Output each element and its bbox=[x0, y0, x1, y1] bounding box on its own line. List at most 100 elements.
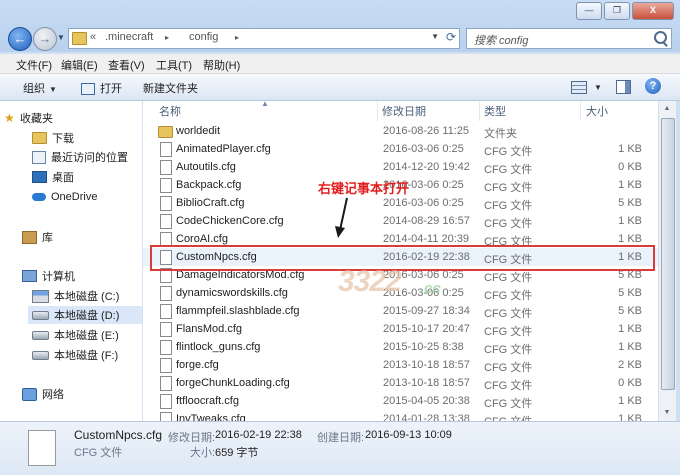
refresh-icon[interactable]: ⟳ bbox=[446, 30, 456, 44]
file-icon bbox=[160, 412, 172, 421]
file-size: 1 KB bbox=[618, 395, 642, 407]
file-name: Backpack.cfg bbox=[176, 179, 242, 191]
minimize-button[interactable]: — bbox=[576, 2, 602, 20]
details-pane: CustomNpcs.cfg 修改日期: 2016-02-19 22:38 创建… bbox=[0, 421, 680, 475]
maximize-button[interactable]: ❐ bbox=[604, 2, 630, 20]
nav-download[interactable]: 下载 bbox=[32, 129, 74, 147]
file-name: BiblioCraft.cfg bbox=[176, 197, 245, 209]
star-icon: ★ bbox=[4, 111, 15, 125]
organize-button[interactable]: 组织 ▼ bbox=[23, 80, 57, 96]
nav-library[interactable]: 库 bbox=[22, 228, 53, 246]
file-date: 2013-10-18 18:57 bbox=[383, 359, 470, 371]
file-row[interactable]: Autoutils.cfg 2014-12-20 19:42 CFG 文件 0 KB bbox=[143, 158, 658, 176]
file-row[interactable]: InvTweaks.cfg 2014-01-28 13:38 CFG 文件 1 KB bbox=[143, 410, 658, 421]
file-thumbnail-icon bbox=[28, 430, 56, 466]
details-size-label: 大小: bbox=[190, 447, 216, 459]
column-divider[interactable] bbox=[479, 101, 480, 121]
nav-desktop[interactable]: 桌面 bbox=[32, 168, 74, 186]
file-row[interactable]: ftfloocraft.cfg 2015-04-05 20:38 CFG 文件 1 K… bbox=[143, 392, 658, 410]
annotation-arrow-icon bbox=[335, 197, 348, 238]
close-button[interactable]: X bbox=[632, 2, 674, 20]
column-header-name[interactable]: 名称 bbox=[159, 103, 181, 119]
file-date: 2016-08-26 11:25 bbox=[383, 125, 470, 137]
open-button[interactable]: 打开 bbox=[81, 80, 122, 96]
file-row[interactable]: AnimatedPlayer.cfg 2016-03-06 0:25 CFG 文件 1… bbox=[143, 140, 658, 158]
column-header-date[interactable]: 修改日期 bbox=[382, 103, 426, 119]
file-row[interactable]: FlansMod.cfg 2015-10-17 20:47 CFG 文件 1 KB bbox=[143, 320, 658, 338]
column-header-size[interactable]: 大小 bbox=[586, 103, 608, 119]
organize-label: 组织 bbox=[23, 83, 45, 95]
menu-help[interactable]: 帮助(H) bbox=[203, 57, 240, 73]
scroll-down-icon[interactable]: ▼ bbox=[660, 406, 674, 420]
nav-label: 桌面 bbox=[52, 172, 74, 184]
change-view-icon[interactable] bbox=[571, 81, 587, 94]
recent-pages-chevron-icon[interactable]: ▼ bbox=[57, 33, 65, 42]
column-divider[interactable] bbox=[377, 101, 378, 121]
drive-icon bbox=[32, 289, 49, 303]
file-name: forge.cfg bbox=[176, 359, 219, 371]
drive-icon bbox=[32, 330, 49, 340]
view-dropdown-icon[interactable]: ▼ bbox=[594, 83, 602, 92]
file-row[interactable]: flintlock_guns.cfg 2015-10-25 8:38 CFG 文件 1… bbox=[143, 338, 658, 356]
file-row[interactable]: flammpfeil.slashblade.cfg 2015-09-27 18:3… bbox=[143, 302, 658, 320]
nav-label: 网络 bbox=[42, 389, 64, 401]
breadcrumb-separator[interactable]: ▸ bbox=[235, 33, 239, 42]
nav-drive-c[interactable]: 本地磁盘 (C:) bbox=[32, 287, 119, 305]
column-divider[interactable] bbox=[580, 101, 581, 121]
file-row[interactable]: forge.cfg 2013-10-18 18:57 CFG 文件 2 KB bbox=[143, 356, 658, 374]
drive-icon bbox=[32, 350, 49, 360]
title-bar: — ❐ X ← → ▼ « .minecraft ▸ config ▸ ▼ ⟳ … bbox=[0, 0, 680, 52]
nav-computer[interactable]: 计算机 bbox=[22, 267, 75, 285]
file-name: CoroAI.cfg bbox=[176, 233, 228, 245]
new-folder-button[interactable]: 新建文件夹 bbox=[143, 80, 198, 96]
help-icon[interactable]: ? bbox=[645, 78, 661, 94]
breadcrumb-prefix[interactable]: « bbox=[90, 31, 96, 43]
navigation-pane: ★ 收藏夹 下载 最近访问的位置 桌面 OneDrive 库 计算机 本地磁盘 (… bbox=[0, 101, 143, 421]
file-date: 2015-10-25 8:38 bbox=[383, 341, 464, 353]
nav-drive-f[interactable]: 本地磁盘 (F:) bbox=[32, 346, 118, 364]
scroll-up-icon[interactable]: ▲ bbox=[660, 102, 674, 116]
file-icon bbox=[160, 196, 172, 211]
address-dropdown-icon[interactable]: ▼ bbox=[431, 32, 439, 41]
file-row[interactable]: CodeChickenCore.cfg 2014-08-29 16:57 CFG 文… bbox=[143, 212, 658, 230]
file-type: CFG 文件 bbox=[484, 290, 533, 302]
address-bar[interactable]: « .minecraft ▸ config ▸ ▼ ⟳ bbox=[68, 28, 460, 49]
nav-onedrive[interactable]: OneDrive bbox=[32, 188, 97, 206]
file-row[interactable]: forgeChunkLoading.cfg 2013-10-18 18:57 CFG… bbox=[143, 374, 658, 392]
forward-button[interactable]: → bbox=[33, 27, 57, 51]
file-icon bbox=[160, 214, 172, 229]
menu-edit[interactable]: 编辑(E) bbox=[61, 57, 98, 73]
scrollbar-thumb[interactable] bbox=[661, 118, 675, 390]
nav-drive-e[interactable]: 本地磁盘 (E:) bbox=[32, 326, 119, 344]
nav-drive-d[interactable]: 本地磁盘 (D:) bbox=[28, 306, 142, 324]
details-created-value: 2016-09-13 10:09 bbox=[365, 429, 452, 441]
column-header-type[interactable]: 类型 bbox=[484, 103, 506, 119]
file-name: CodeChickenCore.cfg bbox=[176, 215, 284, 227]
search-input[interactable]: 搜索 config bbox=[466, 28, 672, 49]
breadcrumb-separator[interactable]: ▸ bbox=[165, 33, 169, 42]
breadcrumb-config[interactable]: config bbox=[189, 31, 218, 43]
breadcrumb-minecraft[interactable]: .minecraft bbox=[105, 31, 153, 43]
file-row[interactable]: worldedit 2016-08-26 11:25 文件夹 bbox=[143, 122, 658, 140]
command-bar: 组织 ▼ 打开 新建文件夹 ▼ ? bbox=[0, 74, 680, 101]
file-name: flintlock_guns.cfg bbox=[176, 341, 261, 353]
nav-favorites[interactable]: ★ 收藏夹 bbox=[4, 109, 53, 127]
nav-label: 本地磁盘 (C:) bbox=[54, 291, 120, 303]
file-name: ftfloocraft.cfg bbox=[176, 395, 239, 407]
back-button[interactable]: ← bbox=[8, 27, 32, 51]
file-size: 5 KB bbox=[618, 305, 642, 317]
menu-tools[interactable]: 工具(T) bbox=[156, 57, 192, 73]
file-date: 2016-03-06 0:25 bbox=[383, 143, 464, 155]
file-icon bbox=[160, 160, 172, 175]
file-icon bbox=[160, 142, 172, 157]
vertical-scrollbar[interactable]: ▲ ▼ bbox=[658, 101, 676, 421]
menu-file[interactable]: 文件(F) bbox=[16, 57, 52, 73]
file-type: CFG 文件 bbox=[484, 362, 533, 374]
preview-pane-icon[interactable] bbox=[616, 80, 631, 94]
search-icon[interactable] bbox=[654, 31, 667, 44]
menu-view[interactable]: 查看(V) bbox=[108, 57, 145, 73]
file-type: 文件夹 bbox=[484, 128, 517, 140]
file-type: CFG 文件 bbox=[484, 344, 533, 356]
nav-recent[interactable]: 最近访问的位置 bbox=[32, 148, 128, 166]
nav-network[interactable]: 网络 bbox=[22, 385, 64, 403]
